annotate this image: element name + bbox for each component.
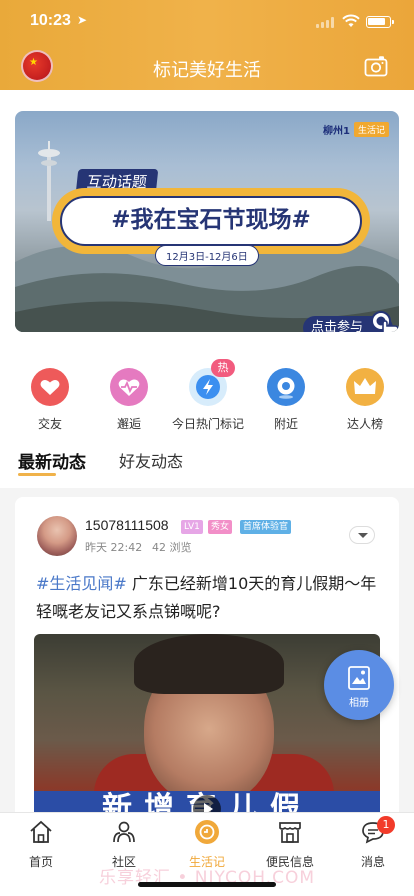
page-title: 标记美好生活 (153, 60, 261, 81)
post-views: 42 浏览 (152, 541, 192, 554)
shortcut-label: 达人榜 (346, 417, 383, 431)
post-avatar[interactable] (37, 516, 77, 556)
shortcut-label: 交友 (37, 417, 62, 431)
post-topic-link[interactable]: #生活见闻# (36, 574, 127, 593)
tab-friends[interactable]: 好友动态 (119, 448, 183, 472)
banner-section: 柳州1 生活记 互动话题 #我在宝石节现场# 12月3日-12月6日 点击参与 (0, 90, 414, 348)
shortcut-label: 今日热门标记 (171, 417, 244, 431)
more-options-button[interactable] (349, 526, 375, 544)
heart-icon (31, 368, 69, 406)
post-time: 昨天 22:42 (85, 541, 143, 554)
pointing-hand-icon (371, 311, 399, 332)
brand-logo: 柳州1 生活记 (323, 122, 389, 137)
shortcut-encounter[interactable]: 邂逅 (84, 368, 174, 432)
location-arrow-icon: ➤ (77, 13, 88, 27)
title-chip: 秀女 (208, 520, 233, 534)
hot-badge: 热 (211, 359, 235, 377)
battery-icon (366, 16, 394, 28)
shortcut-label: 邂逅 (116, 417, 141, 431)
crown-icon (346, 368, 384, 406)
brand-name: 柳州1 (323, 126, 350, 137)
album-label: 相册 (349, 698, 369, 709)
level-chip: LV1 (181, 520, 203, 534)
album-button[interactable]: 相册 (324, 650, 394, 720)
lightning-icon: 热 (189, 359, 235, 406)
feed-tabs: 最新动态 好友动态 (0, 438, 414, 488)
shortcut-trending-tags[interactable]: 热 今日热门标记 (163, 359, 253, 432)
status-time: 10:23 (30, 12, 71, 29)
home-icon (30, 820, 52, 843)
topic-title: #我在宝石节现场# (60, 196, 362, 246)
photo-album-icon (348, 666, 370, 690)
app-header: 10:23 ➤ ★ 标记美好生活 (0, 0, 414, 90)
tab-active-indicator (18, 473, 56, 476)
heartbeat-icon (110, 368, 148, 406)
promo-banner[interactable]: 柳州1 生活记 互动话题 #我在宝石节现场# 12月3日-12月6日 点击参与 (15, 111, 399, 332)
community-icon (113, 821, 135, 843)
topic-date-range: 12月3日-12月6日 (155, 245, 259, 266)
shortcut-make-friends[interactable]: 交友 (5, 368, 95, 432)
location-icon (267, 368, 305, 406)
post-username[interactable]: 15078111508 (85, 517, 169, 533)
shortcut-nearby[interactable]: 附近 (241, 368, 331, 432)
wifi-icon (342, 14, 360, 27)
shortcut-grid: 交友 邂逅 热 今日热门标记 附近 达人榜 (0, 348, 414, 438)
home-indicator (138, 882, 276, 887)
page: 10:23 ➤ ★ 标记美好生活 柳州1 生活记 互动话题 #我在宝石节现场# … (0, 0, 414, 896)
camera-icon[interactable] (364, 55, 388, 77)
experience-officer-chip: 首席体验官 (240, 520, 292, 534)
message-count-badge: 1 (377, 816, 395, 834)
status-bar: 10:23 ➤ (0, 10, 414, 34)
life-log-icon (195, 820, 219, 844)
brand-tag: 生活记 (353, 122, 389, 137)
tab-latest[interactable]: 最新动态 (18, 448, 86, 473)
thumbnail-hair (134, 634, 284, 694)
store-icon (279, 822, 301, 843)
cellular-signal-icon (316, 16, 336, 28)
post-video-thumbnail[interactable]: 新增育儿假 (34, 634, 380, 827)
shortcut-leaderboard[interactable]: 达人榜 (320, 368, 410, 432)
shortcut-label: 附近 (273, 417, 298, 431)
post-content[interactable]: #生活见闻# 广东已经新增10天的育儿假期～年轻嘅老友记又系点锑嘅呢? (36, 570, 384, 626)
